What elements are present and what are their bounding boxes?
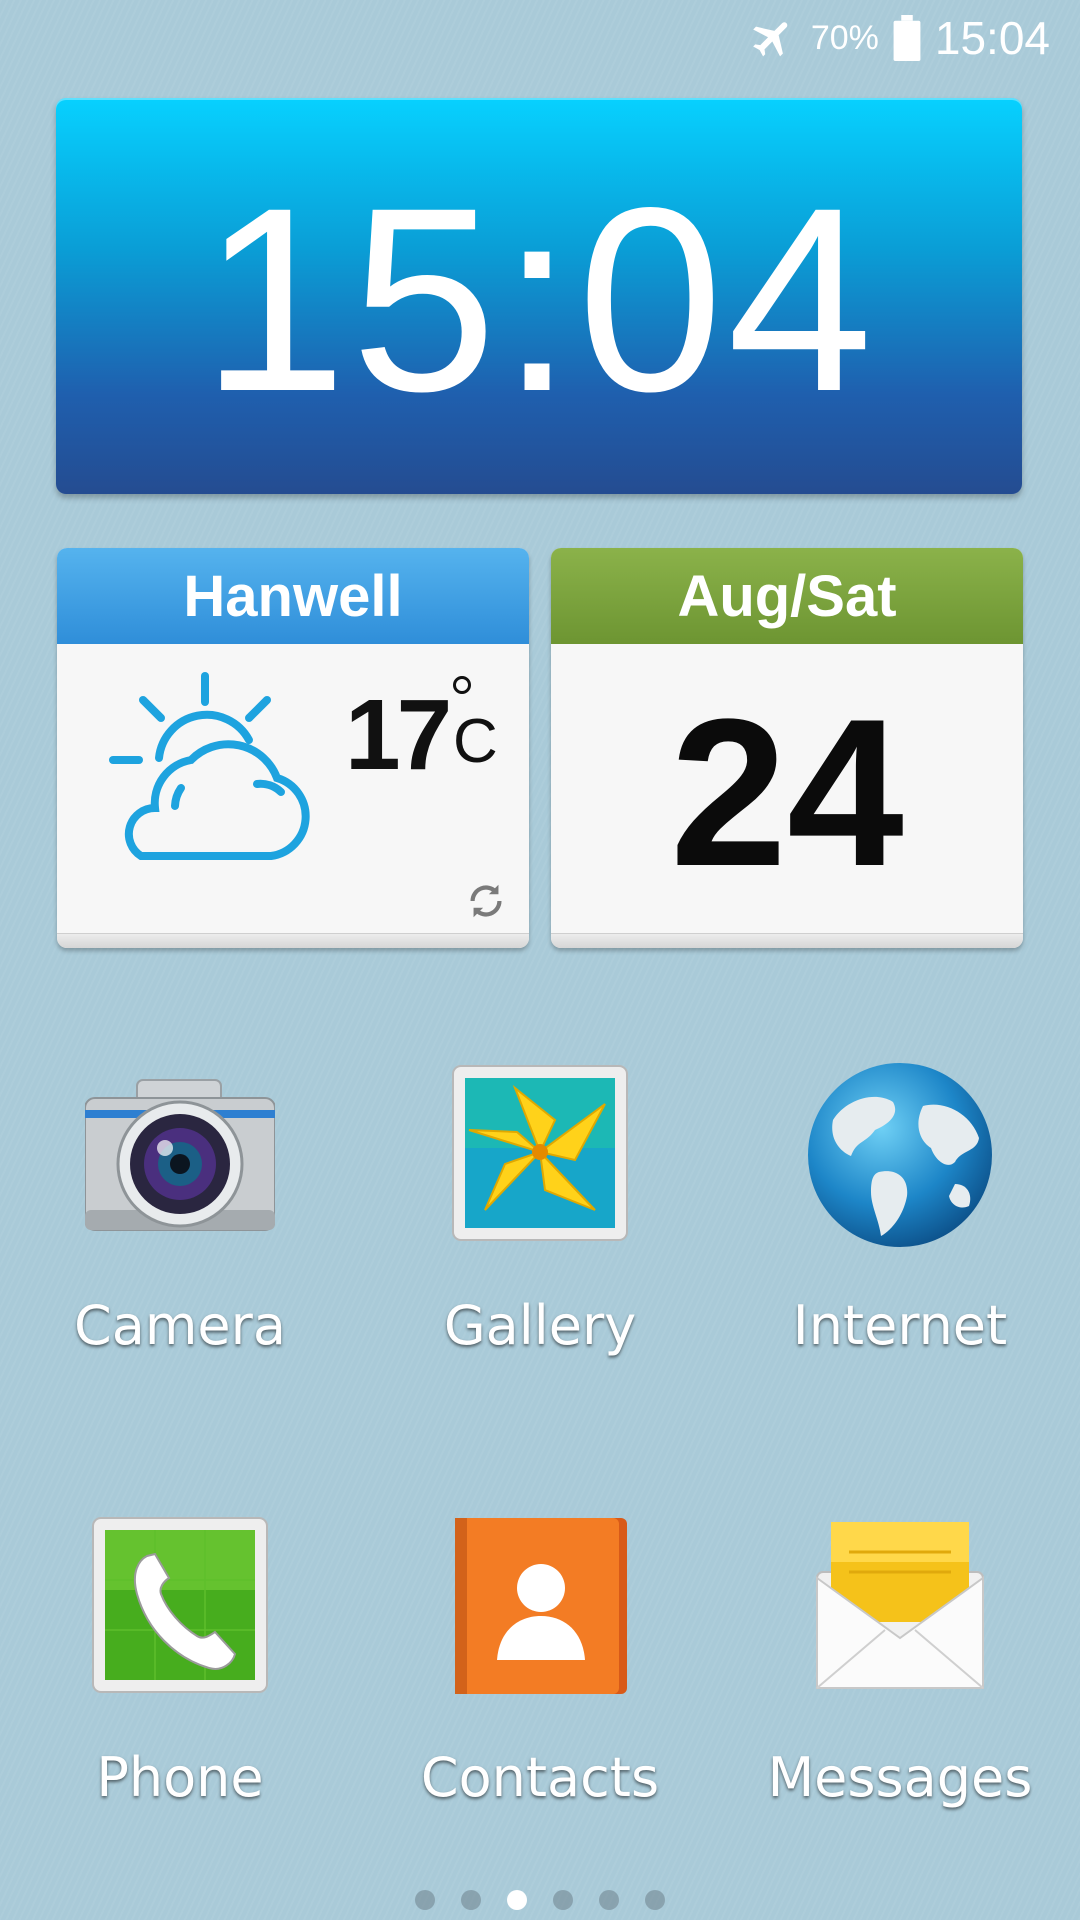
phone-icon — [92, 1517, 268, 1693]
date-widget[interactable]: Aug/Sat 24 — [551, 548, 1023, 948]
partly-cloudy-icon — [109, 672, 310, 860]
contacts-icon — [455, 1518, 627, 1694]
page-dot[interactable] — [553, 1890, 573, 1910]
app-phone[interactable]: Phone — [30, 1512, 330, 1809]
refresh-icon[interactable] — [463, 878, 509, 924]
temperature-unit: C — [453, 707, 498, 776]
app-label: Contacts — [420, 1746, 660, 1809]
page-indicator — [0, 1890, 1080, 1910]
page-dot[interactable] — [461, 1890, 481, 1910]
clock-time: 15:04 — [201, 153, 877, 446]
page-dot-active[interactable] — [507, 1890, 527, 1910]
app-camera[interactable]: Camera — [30, 1060, 330, 1357]
app-label: Gallery — [443, 1294, 637, 1357]
page-dot[interactable] — [645, 1890, 665, 1910]
app-messages[interactable]: Messages — [750, 1512, 1050, 1809]
app-label: Phone — [96, 1746, 264, 1809]
page-dot[interactable] — [415, 1890, 435, 1910]
weather-location: Hanwell — [57, 548, 529, 644]
app-contacts[interactable]: Contacts — [390, 1512, 690, 1809]
camera-icon — [85, 1079, 275, 1231]
app-label: Messages — [767, 1746, 1033, 1809]
clock-widget[interactable]: 15:04 — [56, 98, 1022, 494]
degree-symbol — [453, 676, 471, 694]
status-time: 15:04 — [934, 12, 1050, 64]
messages-icon — [816, 1522, 984, 1689]
airplane-icon — [753, 22, 788, 57]
battery-icon — [893, 15, 921, 61]
gallery-icon — [452, 1065, 628, 1241]
app-label: Internet — [792, 1294, 1008, 1357]
date-month-weekday: Aug/Sat — [551, 548, 1023, 644]
battery-percent: 70% — [810, 18, 879, 57]
globe-icon — [808, 1063, 992, 1247]
date-day: 24 — [670, 675, 904, 910]
app-internet[interactable]: Internet — [750, 1060, 1050, 1357]
app-label: Camera — [74, 1294, 286, 1357]
weather-widget[interactable]: Hanwell 17 C — [57, 548, 529, 948]
status-bar: 70% 15:04 — [749, 0, 1050, 76]
app-gallery[interactable]: Gallery — [390, 1060, 690, 1357]
page-dot[interactable] — [599, 1890, 619, 1910]
weather-temperature: 17 — [345, 679, 452, 791]
